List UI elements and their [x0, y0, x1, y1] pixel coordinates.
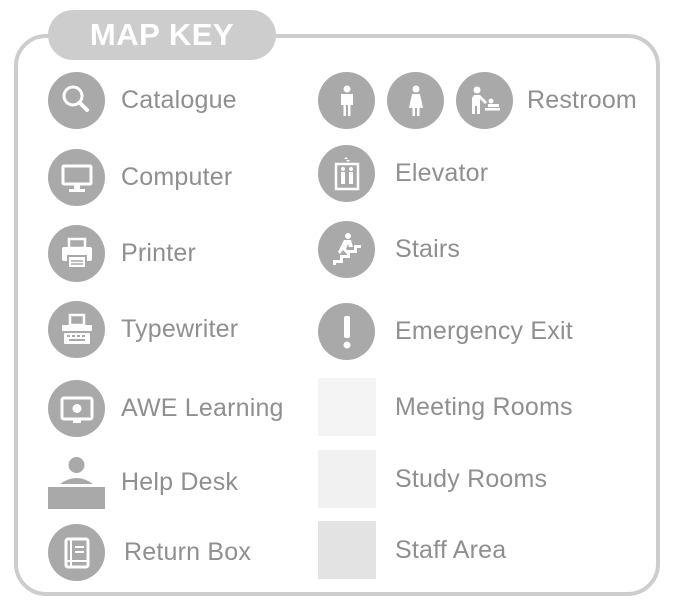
legend-label: Study Rooms: [395, 464, 548, 493]
search-icon: [48, 72, 105, 129]
emergency-exit-icon: [318, 303, 375, 360]
stairs-icon: [318, 221, 375, 278]
legend-item-computer: Computer: [48, 149, 232, 206]
help-desk-icon: [48, 454, 105, 511]
womens-restroom-icon: [387, 72, 444, 129]
baby-changing-icon: [456, 72, 513, 129]
meeting-rooms-swatch: [318, 378, 376, 436]
legend-item-catalogue: Catalogue: [48, 72, 237, 129]
printer-icon: [48, 225, 105, 282]
legend-item-return-box: Return Box: [48, 524, 251, 581]
legend-item-help-desk: Help Desk: [48, 454, 238, 511]
typewriter-icon: [48, 301, 105, 358]
legend-item-stairs: Stairs: [318, 221, 460, 278]
legend-item-restroom: Restroom: [318, 72, 637, 129]
legend-item-printer: Printer: [48, 225, 196, 282]
legend-label: Return Box: [124, 538, 252, 566]
legend-item-typewriter: Typewriter: [48, 301, 238, 358]
legend-label: Catalogue: [121, 86, 237, 114]
legend-item-study-rooms: Study Rooms: [318, 450, 547, 508]
mens-restroom-icon: [318, 72, 375, 129]
computer-icon: [48, 149, 105, 206]
legend-label: Meeting Rooms: [395, 392, 573, 421]
legend-label: Help Desk: [121, 468, 239, 496]
legend-label: Emergency Exit: [395, 317, 573, 345]
legend-label: Staff Area: [395, 535, 507, 564]
legend-label: Typewriter: [121, 315, 239, 343]
legend-label: AWE Learning: [121, 394, 284, 422]
return-box-icon: [48, 524, 105, 581]
legend-label: Stairs: [395, 235, 461, 263]
legend-item-awe-learning: AWE Learning: [48, 380, 284, 437]
legend-item-emergency-exit: Emergency Exit: [318, 303, 573, 360]
legend-item-staff-area: Staff Area: [318, 521, 506, 579]
study-rooms-swatch: [318, 450, 376, 508]
elevator-icon: [318, 145, 375, 202]
staff-area-swatch: [318, 521, 376, 579]
legend-label: Restroom: [527, 86, 637, 114]
legend-item-elevator: Elevator: [318, 145, 488, 202]
map-key-title-badge: MAP KEY: [48, 10, 276, 60]
map-key-title: MAP KEY: [89, 17, 235, 52]
legend-label: Printer: [121, 239, 197, 267]
awe-learning-icon: [48, 380, 105, 437]
legend-label: Elevator: [395, 159, 489, 187]
legend-item-meeting-rooms: Meeting Rooms: [318, 378, 573, 436]
legend-label: Computer: [121, 163, 233, 191]
